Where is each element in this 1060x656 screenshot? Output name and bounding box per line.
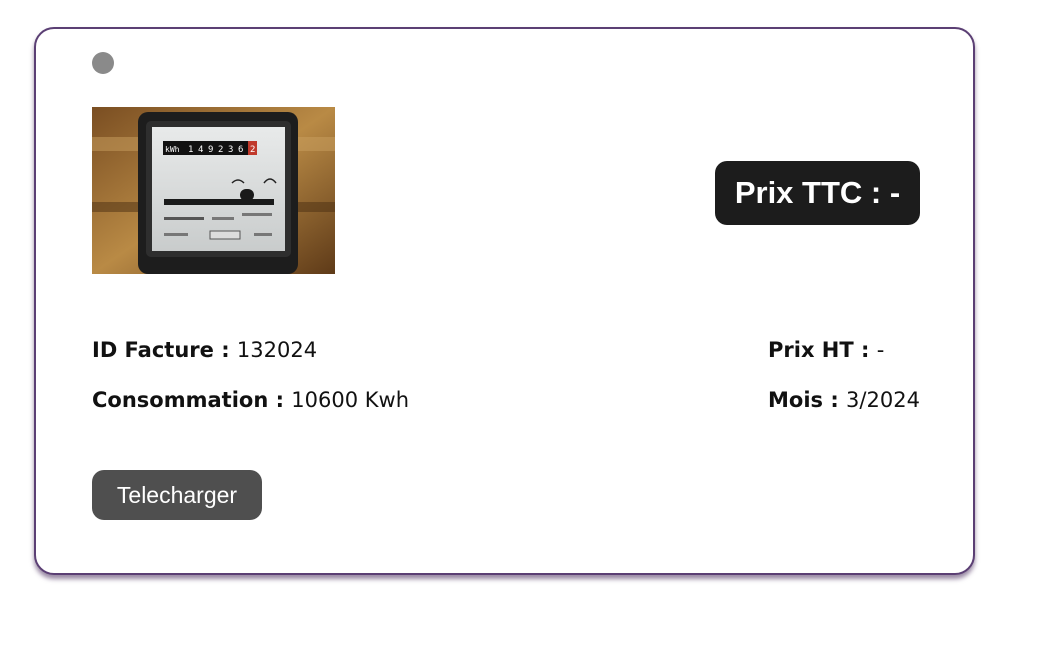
status-indicator xyxy=(92,52,114,74)
invoice-id-value: 132024 xyxy=(236,338,318,362)
meter-digit: 3 xyxy=(228,145,233,155)
download-button[interactable]: Telecharger xyxy=(92,470,262,520)
month-label: Mois : xyxy=(768,388,847,412)
invoice-card: kWh 1 4 9 2 3 6 2 Prix TTC : - ID Factur… xyxy=(34,27,975,575)
meter-digit: 1 xyxy=(188,145,193,155)
meter-unit-text: kWh xyxy=(165,145,180,154)
month-value: 3/2024 xyxy=(846,388,920,412)
month-row: Mois : 3/2024 xyxy=(768,387,920,413)
meter-digit: 9 xyxy=(208,145,213,155)
consumption-value: 10600 Kwh xyxy=(291,388,410,412)
meter-photo: kWh 1 4 9 2 3 6 2 xyxy=(92,107,335,274)
invoice-id-label: ID Facture : xyxy=(92,338,237,362)
meter-digit: 2 xyxy=(218,145,223,155)
price-ht-label: Prix HT : xyxy=(768,338,877,362)
consumption-row: Consommation : 10600 Kwh xyxy=(92,387,409,413)
meter-digit: 6 xyxy=(238,145,243,155)
price-ttc-badge: Prix TTC : - xyxy=(715,161,920,225)
price-ht-value: - xyxy=(876,338,885,362)
consumption-label: Consommation : xyxy=(92,388,292,412)
invoice-id-row: ID Facture : 132024 xyxy=(92,337,317,363)
meter-digit-red: 2 xyxy=(250,145,255,155)
meter-digit: 4 xyxy=(198,145,203,155)
price-ht-row: Prix HT : - xyxy=(768,337,884,363)
